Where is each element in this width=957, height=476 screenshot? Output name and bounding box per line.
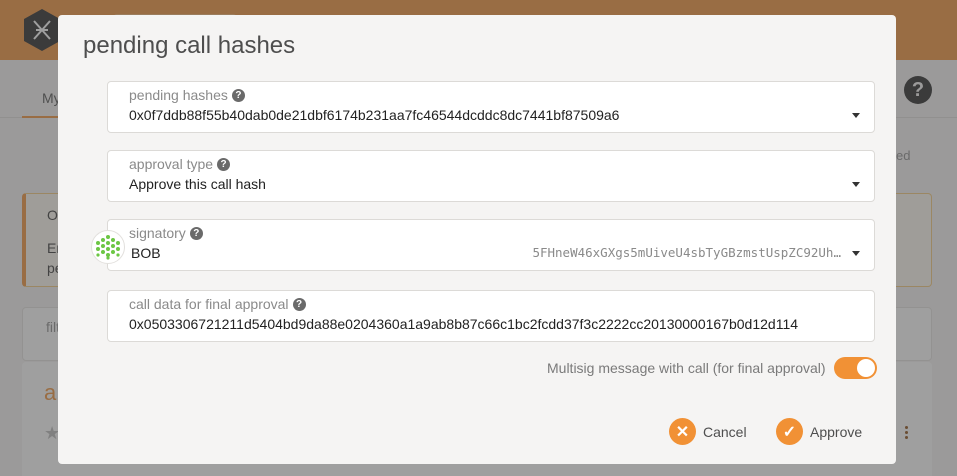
pending-hashes-dropdown[interactable]: pending hashes ? 0x0f7ddb88f55b40dab0de2… <box>107 81 875 133</box>
signatory-label: signatory ? <box>129 225 203 241</box>
approve-button[interactable]: ✓ Approve <box>776 418 862 445</box>
toggle-label: Multisig message with call (for final ap… <box>547 360 826 376</box>
approval-type-dropdown[interactable]: approval type ? Approve this call hash <box>107 150 875 202</box>
pending-hashes-label: pending hashes ? <box>129 87 245 103</box>
call-data-value[interactable]: 0x0503306721211d5404bd9da88e0204360a1a9a… <box>129 316 798 332</box>
caret-down-icon[interactable] <box>852 182 860 187</box>
cancel-label: Cancel <box>703 423 747 440</box>
multisig-call-toggle[interactable] <box>833 357 877 379</box>
signatory-name: BOB <box>131 245 161 261</box>
question-circle-icon[interactable]: ? <box>292 297 306 311</box>
approval-type-value: Approve this call hash <box>129 176 266 192</box>
caret-down-icon[interactable] <box>852 113 860 118</box>
check-icon: ✓ <box>776 418 803 445</box>
identicon-avatar[interactable] <box>91 230 125 264</box>
pending-call-hashes-modal: pending call hashes pending hashes ? 0x0… <box>58 15 896 464</box>
question-circle-icon[interactable]: ? <box>231 88 245 102</box>
times-icon: ✕ <box>669 418 696 445</box>
caret-down-icon[interactable] <box>852 251 860 256</box>
signatory-address: 5FHneW46xGXgs5mUiveU4sbTyGBzmstUspZC92Uh… <box>532 245 841 260</box>
multisig-call-toggle-row: Multisig message with call (for final ap… <box>547 357 877 379</box>
question-circle-icon[interactable]: ? <box>189 226 203 240</box>
question-circle-icon[interactable]: ? <box>217 157 231 171</box>
approval-type-label: approval type ? <box>129 156 231 172</box>
toggle-knob[interactable] <box>856 359 875 377</box>
call-data-label: call data for final approval ? <box>129 296 306 312</box>
modal-title: pending call hashes <box>83 32 296 59</box>
pending-hashes-value: 0x0f7ddb88f55b40dab0de21dbf6174b231aa7fc… <box>129 107 620 123</box>
approve-label: Approve <box>810 423 863 440</box>
call-data-input[interactable]: call data for final approval ? 0x0503306… <box>107 290 875 342</box>
signatory-dropdown[interactable]: signatory ? BOB 5FHneW46xGXgs5mUiveU4sbT… <box>107 219 875 271</box>
cancel-button[interactable]: ✕ Cancel <box>669 418 747 445</box>
